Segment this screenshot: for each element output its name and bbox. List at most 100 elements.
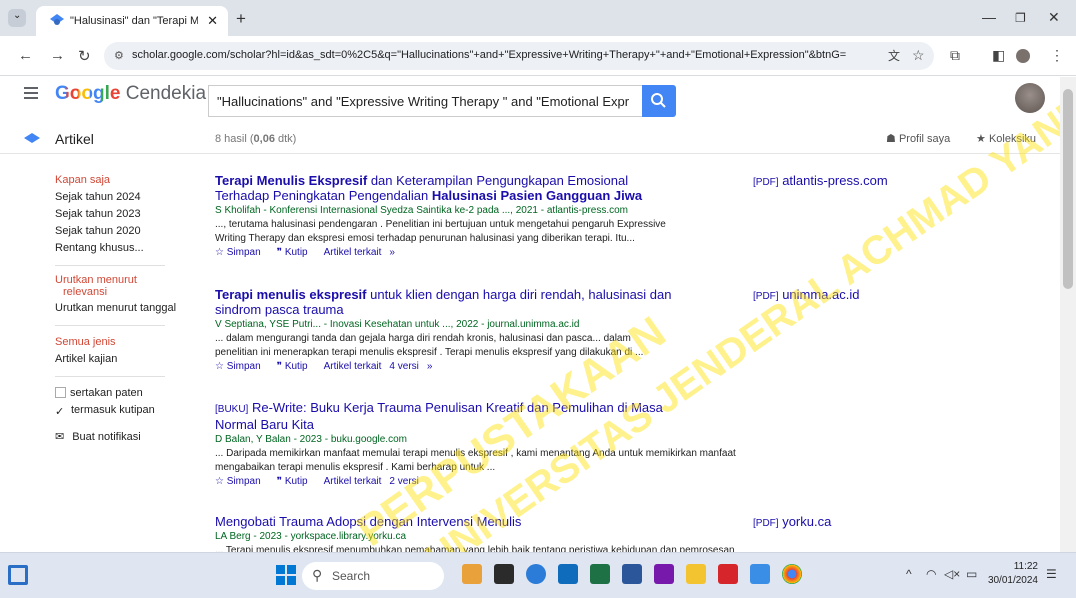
notification-icon[interactable]: ☰ (1046, 567, 1057, 581)
more-icon[interactable]: » (427, 361, 433, 372)
page-scrollbar[interactable] (1060, 77, 1076, 552)
result-snippet: ... Daripada memikirkan manfaat memulai … (215, 448, 736, 473)
url-text: scholar.google.com/scholar?hl=id&as_sdt=… (132, 49, 847, 61)
word-icon[interactable] (622, 564, 642, 584)
close-tab-icon[interactable]: ✕ (207, 13, 218, 29)
scrollbar-thumb[interactable] (1063, 89, 1073, 289)
my-library-link[interactable]: ★ Koleksiku (976, 132, 1036, 145)
menu-dots-icon[interactable]: ⋮ (1050, 47, 1064, 64)
forward-icon[interactable]: → (50, 47, 65, 64)
scholar-logo[interactable]: Google Cendekia (55, 83, 206, 105)
search-icon (651, 93, 666, 108)
save-link[interactable]: ☆ Simpan (215, 247, 269, 258)
result-title[interactable]: Mengobati Trauma Adopsi dengan Intervens… (215, 514, 755, 529)
include-citations-checkbox[interactable]: ✓ termasuk kutipan (55, 402, 176, 419)
chevron-down-icon: ⌄ (13, 10, 22, 21)
search-input[interactable] (209, 86, 629, 116)
search-button[interactable] (642, 85, 676, 117)
type-all[interactable]: Semua jenis (55, 334, 176, 351)
volume-icon[interactable]: ◁× (944, 567, 960, 581)
clock[interactable]: 11:22 30/01/2024 (986, 560, 1038, 588)
result-title[interactable]: Terapi Menulis Ekspresif dan Keterampila… (215, 173, 755, 203)
pdf-reader-icon[interactable] (718, 564, 738, 584)
battery-icon[interactable]: ▭ (966, 567, 977, 581)
filter-since-2024[interactable]: Sejak tahun 2024 (55, 189, 176, 206)
result-title[interactable]: [BUKU] Re-Write: Buku Kerja Trauma Penul… (215, 400, 755, 432)
file-explorer-icon[interactable] (686, 564, 706, 584)
logo-suffix: Cendekia (120, 83, 207, 104)
result-item: Terapi menulis ekspresif untuk klien den… (215, 287, 755, 372)
task-view-icon[interactable] (494, 564, 514, 584)
wifi-icon[interactable]: ◠ (926, 567, 936, 581)
save-link[interactable]: ☆ Simpan (215, 476, 269, 487)
result-item: [BUKU] Re-Write: Buku Kerja Trauma Penul… (215, 400, 755, 487)
related-link[interactable]: Artikel terkait (324, 361, 382, 372)
sort-by-date[interactable]: Urutkan menurut tanggal (55, 300, 176, 317)
side-panel-icon[interactable]: ◧ (992, 47, 1005, 64)
result-authors: LA Berg - 2023 - yorkspace.library.yorku… (215, 531, 407, 542)
back-icon[interactable]: ← (18, 47, 33, 64)
cite-link[interactable]: ❞ Kutip (277, 476, 316, 487)
cite-link[interactable]: ❞ Kutip (277, 361, 316, 372)
versions-link[interactable]: 4 versi (389, 361, 418, 372)
save-link[interactable]: ☆ Simpan (215, 361, 269, 372)
scholar-favicon-icon (50, 14, 64, 26)
close-window-icon[interactable]: ✕ (1048, 9, 1060, 26)
game-app-icon[interactable] (462, 564, 482, 584)
result-actions: ☆ Simpan ❞ Kutip Artikel terkait 2 versi (215, 476, 755, 487)
tray-chevron-icon[interactable]: ^ (906, 567, 912, 581)
profile-icon[interactable] (1016, 49, 1030, 63)
more-icon[interactable]: » (389, 247, 395, 258)
result-item: Terapi Menulis Ekspresif dan Keterampila… (215, 173, 755, 258)
divider (55, 376, 165, 377)
minimize-icon[interactable]: — (982, 9, 996, 25)
include-patents-checkbox[interactable]: sertakan paten (55, 385, 176, 402)
edge-icon[interactable] (526, 564, 546, 584)
filter-since-2023[interactable]: Sejak tahun 2023 (55, 206, 176, 223)
search-box (208, 85, 642, 117)
tab-strip: ⌄ "Halusinasi" dan "Terapi Menuli ✕ + — … (0, 0, 1076, 36)
taskbar-search[interactable]: ⚲ Search (302, 562, 444, 590)
cite-link[interactable]: ❞ Kutip (277, 247, 316, 258)
reload-icon[interactable]: ↻ (78, 47, 91, 65)
cap-icon: ☗ (886, 133, 896, 145)
result-title[interactable]: Terapi menulis ekspresif untuk klien den… (215, 287, 755, 317)
versions-link[interactable]: 2 versi (389, 476, 418, 487)
star-icon: ★ (976, 133, 986, 145)
excel-icon[interactable] (590, 564, 610, 584)
pdf-link[interactable]: [PDF] yorku.ca (753, 514, 831, 529)
onenote-icon[interactable] (654, 564, 674, 584)
store-icon[interactable] (558, 564, 578, 584)
start-icon[interactable] (276, 565, 296, 585)
result-count: 8 hasil (0,06 dtk) (215, 133, 297, 145)
restore-icon[interactable]: ❐ (1015, 11, 1026, 25)
related-link[interactable]: Artikel terkait (324, 247, 382, 258)
hamburger-menu-icon[interactable] (24, 87, 38, 102)
my-profile-link[interactable]: ☗ Profil saya (886, 132, 950, 145)
filter-since-2020[interactable]: Sejak tahun 2020 (55, 223, 176, 240)
bookmark-star-icon[interactable]: ☆ (912, 47, 925, 64)
new-tab-button[interactable]: + (236, 9, 246, 29)
filter-anytime[interactable]: Kapan saja (55, 172, 176, 189)
create-alert-link[interactable]: ✉ Buat notifikasi (55, 429, 176, 446)
tab-search-button[interactable]: ⌄ (8, 9, 26, 27)
photos-icon[interactable] (750, 564, 770, 584)
section-label[interactable]: Artikel (55, 131, 94, 147)
extensions-icon[interactable]: ⧉ (950, 47, 960, 64)
result-item: Mengobati Trauma Adopsi dengan Intervens… (215, 514, 755, 552)
site-info-icon[interactable]: ⚙ (114, 49, 124, 62)
filter-custom-range[interactable]: Rentang khusus... (55, 240, 176, 257)
widgets-icon[interactable] (8, 565, 28, 585)
divider (55, 325, 165, 326)
type-review[interactable]: Artikel kajian (55, 351, 176, 368)
translate-icon[interactable]: 文 (888, 47, 900, 64)
result-snippet: ..., terutama halusinasi pendengaran . P… (215, 219, 666, 244)
address-bar[interactable]: ⚙ scholar.google.com/scholar?hl=id&as_sd… (104, 42, 934, 70)
tab-scholar[interactable]: "Halusinasi" dan "Terapi Menuli ✕ (36, 6, 228, 36)
chrome-icon[interactable] (782, 564, 802, 584)
account-avatar[interactable] (1015, 83, 1045, 113)
related-link[interactable]: Artikel terkait (324, 476, 382, 487)
pdf-link[interactable]: [PDF] atlantis-press.com (753, 173, 888, 188)
pdf-link[interactable]: [PDF] unimma.ac.id (753, 287, 860, 302)
sort-relevance[interactable]: Urutkan menurut relevansi (55, 274, 176, 298)
